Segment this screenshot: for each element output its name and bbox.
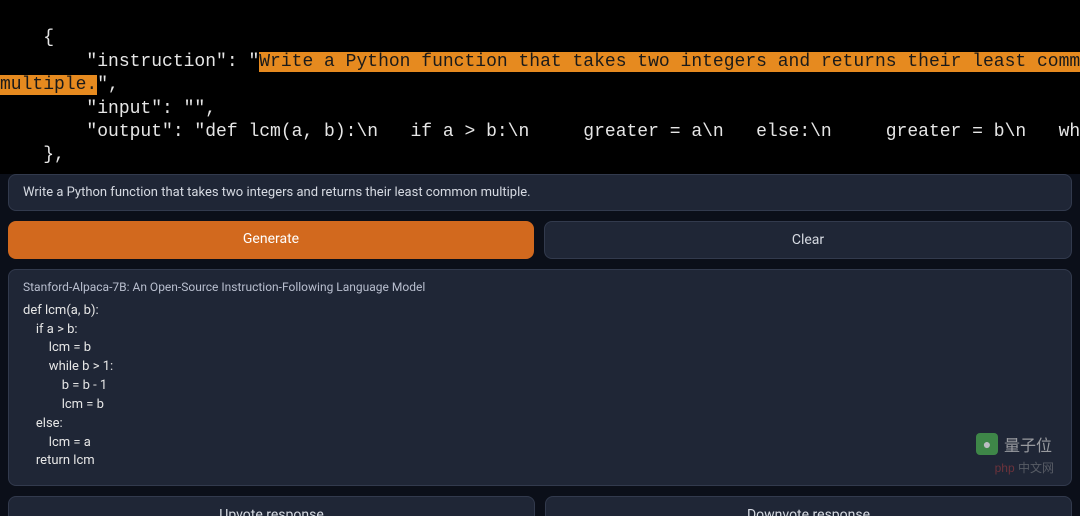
- watermark-secondary: php 中文网: [995, 459, 1054, 476]
- watermark: ● 量子位: [976, 432, 1052, 456]
- model-output-code: def lcm(a, b): if a > b: lcm = b while b…: [23, 302, 1057, 472]
- code-line: "output": "def lcm(a, b):\n if a > b:\n …: [0, 122, 1080, 142]
- vote-button-row: Upvote response Downvote response: [8, 496, 1072, 516]
- generate-button[interactable]: Generate: [8, 221, 534, 259]
- prompt-input[interactable]: Write a Python function that takes two i…: [8, 174, 1072, 211]
- model-title: Stanford-Alpaca-7B: An Open-Source Instr…: [23, 280, 1057, 294]
- code-line-prefix: "instruction": ": [0, 52, 259, 72]
- highlighted-instruction-a[interactable]: Write a Python function that takes two i…: [259, 52, 1080, 72]
- watermark-text: 量子位: [1004, 432, 1052, 456]
- code-line: "input": "",: [0, 99, 216, 119]
- upvote-button[interactable]: Upvote response: [8, 496, 535, 516]
- clear-button[interactable]: Clear: [544, 221, 1072, 259]
- wechat-icon: ●: [976, 433, 998, 455]
- upvote-button-label: Upvote response: [219, 507, 324, 516]
- interaction-panel: Write a Python function that takes two i…: [0, 174, 1080, 516]
- highlighted-instruction-b[interactable]: multiple.: [0, 75, 97, 95]
- prompt-input-text: Write a Python function that takes two i…: [23, 185, 531, 200]
- downvote-button[interactable]: Downvote response: [545, 496, 1072, 516]
- downvote-button-label: Downvote response: [747, 507, 870, 516]
- clear-button-label: Clear: [792, 232, 824, 248]
- generate-button-label: Generate: [243, 231, 299, 247]
- code-line: {: [0, 28, 54, 48]
- watermark-sub-red: php: [995, 461, 1015, 475]
- model-output-panel: Stanford-Alpaca-7B: An Open-Source Instr…: [8, 269, 1072, 487]
- code-line-suffix: ",: [97, 75, 119, 95]
- code-line: },: [0, 145, 65, 165]
- watermark-sub-rest: 中文网: [1015, 461, 1054, 475]
- json-code-block: { "instruction": "Write a Python functio…: [0, 0, 1080, 174]
- action-button-row: Generate Clear: [8, 221, 1072, 259]
